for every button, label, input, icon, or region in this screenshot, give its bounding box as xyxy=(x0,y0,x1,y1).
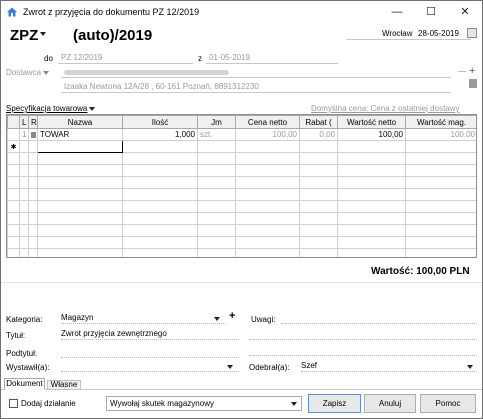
kategoria-value: Magazyn xyxy=(61,313,94,322)
supplier-label: Dostawca xyxy=(6,68,42,77)
total-value: Wartość: 100,00 PLN xyxy=(371,266,470,277)
row-type-icon xyxy=(28,128,38,141)
tab-dokument[interactable]: Dokument xyxy=(4,378,45,390)
add-supplier-icon[interactable]: + xyxy=(469,65,475,77)
tytul-value: Zwrot przyjęcia zewnętrznego xyxy=(61,329,167,338)
new-row-icon: ✱ xyxy=(7,140,20,153)
table-row-new[interactable]: ✱ xyxy=(7,140,476,153)
kategoria-label: Kategoria: xyxy=(6,315,43,324)
add-action-label: Dodaj działanie xyxy=(21,399,76,408)
row-name[interactable]: TOWAR xyxy=(37,128,123,141)
col-header-discount[interactable]: Rabat ( xyxy=(299,115,338,129)
z-label: z xyxy=(198,54,202,63)
cancel-button[interactable]: Anuluj xyxy=(364,394,416,413)
spec-menu[interactable]: Specyfikacja towarowa xyxy=(6,104,96,113)
chevron-down-icon xyxy=(214,317,220,321)
col-header-name[interactable]: Nazwa xyxy=(37,115,123,129)
tytul-field[interactable]: Zwrot przyjęcia zewnętrznego xyxy=(61,328,239,340)
supplier-address: Izaaka Newtona 12A/28 , 60-161 Poznań, 8… xyxy=(61,82,451,93)
divider xyxy=(1,282,482,283)
calendar-icon[interactable] xyxy=(467,28,477,38)
uwagi-line-3[interactable] xyxy=(249,344,477,356)
col-header-unit[interactable]: Jm xyxy=(197,115,236,129)
effect-select[interactable]: Wywołaj skutek magazynowy xyxy=(106,396,302,411)
city-value: Wrocław xyxy=(382,29,413,38)
app-icon xyxy=(7,7,17,17)
dialog-window: Zwrot z przyjęcia do dokumentu PZ 12/201… xyxy=(0,0,483,419)
window-title: Zwrot z przyjęcia do dokumentu PZ 12/201… xyxy=(23,7,200,17)
items-table: L R Nazwa Ilość Jm Cena netto Rabat ( Wa… xyxy=(7,115,476,257)
close-button[interactable]: ✕ xyxy=(448,1,482,23)
supplier-name-redacted xyxy=(64,70,229,75)
tab-wlasne[interactable]: Własne xyxy=(47,380,81,390)
row-mag-value: 100,00 xyxy=(405,128,476,141)
doc-number: (auto)/2019 xyxy=(73,27,153,44)
source-doc-field: PZ 12/2019 xyxy=(58,53,193,64)
uwagi-label: Uwagi: xyxy=(251,315,276,324)
col-header-marker xyxy=(7,115,20,129)
add-category-icon[interactable]: + xyxy=(229,310,235,322)
default-price-link[interactable]: Domyślna cena: Cena z ostatniej dostawy xyxy=(311,104,460,113)
wystawil-select[interactable] xyxy=(61,360,239,372)
chevron-down-icon xyxy=(467,365,473,369)
do-label: do xyxy=(44,54,53,63)
spec-label: Specyfikacja towarowa xyxy=(6,104,88,113)
row-marker xyxy=(7,128,20,141)
divider-line xyxy=(458,71,466,72)
doc-type: ZPZ xyxy=(10,27,39,44)
supplier-name-field[interactable] xyxy=(61,67,451,78)
table-row[interactable]: 1 TOWAR 1,000 szt. 100,00 0,00 100,00 10… xyxy=(7,128,476,141)
odebral-value: Szef xyxy=(301,361,318,370)
add-action-checkbox[interactable] xyxy=(9,399,18,408)
active-cell[interactable] xyxy=(37,140,123,153)
chevron-down-icon xyxy=(227,365,233,369)
col-header-mag-value[interactable]: Wartość mag. xyxy=(405,115,476,129)
chevron-down-icon xyxy=(291,402,297,406)
items-grid[interactable]: L R Nazwa Ilość Jm Cena netto Rabat ( Wa… xyxy=(6,114,477,258)
minimize-button[interactable]: — xyxy=(380,1,414,23)
maximize-button[interactable]: ☐ xyxy=(414,1,448,23)
row-price[interactable]: 100,00 xyxy=(235,128,300,141)
save-button[interactable]: Zapisz xyxy=(308,394,361,413)
row-discount[interactable]: 0,00 xyxy=(299,128,338,141)
effect-select-value: Wywołaj skutek magazynowy xyxy=(110,399,214,408)
chevron-down-icon xyxy=(43,70,50,75)
supplier-card-icon[interactable] xyxy=(469,79,477,88)
col-header-qty[interactable]: Ilość xyxy=(122,115,198,129)
title-bar: Zwrot z przyjęcia do dokumentu PZ 12/201… xyxy=(1,1,482,23)
wystawil-label: Wystawił(a): xyxy=(6,363,50,372)
col-header-r[interactable]: R xyxy=(28,115,38,129)
odebral-select[interactable]: Szef xyxy=(301,360,477,372)
source-date-field: 01-05-2019 xyxy=(206,53,338,64)
help-button[interactable]: Pomoc xyxy=(420,394,476,413)
odebral-label: Odebrał(a): xyxy=(249,363,290,372)
col-header-price[interactable]: Cena netto xyxy=(235,115,300,129)
row-lp: 1 xyxy=(19,128,29,141)
podtytul-field[interactable] xyxy=(61,346,239,358)
place-date-field[interactable]: Wrocław 28-05-2019 xyxy=(346,28,471,40)
tytul-label: Tytuł: xyxy=(6,331,26,340)
row-value[interactable]: 100,00 xyxy=(337,128,406,141)
col-header-l[interactable]: L xyxy=(19,115,29,129)
supplier-selector[interactable]: Dostawca xyxy=(6,68,50,77)
podtytul-label: Podtytuł: xyxy=(6,349,38,358)
col-header-value[interactable]: Wartość netto xyxy=(337,115,406,129)
date-value: 28-05-2019 xyxy=(418,29,459,38)
doc-type-selector[interactable]: ZPZ xyxy=(10,27,47,44)
row-qty[interactable]: 1,000 xyxy=(122,128,198,141)
uwagi-line-2[interactable] xyxy=(249,328,477,340)
chevron-down-icon xyxy=(89,106,96,111)
uwagi-field[interactable] xyxy=(281,312,477,324)
chevron-down-icon xyxy=(40,32,47,36)
kategoria-select[interactable]: Magazyn xyxy=(61,312,226,324)
row-unit[interactable]: szt. xyxy=(197,128,236,141)
